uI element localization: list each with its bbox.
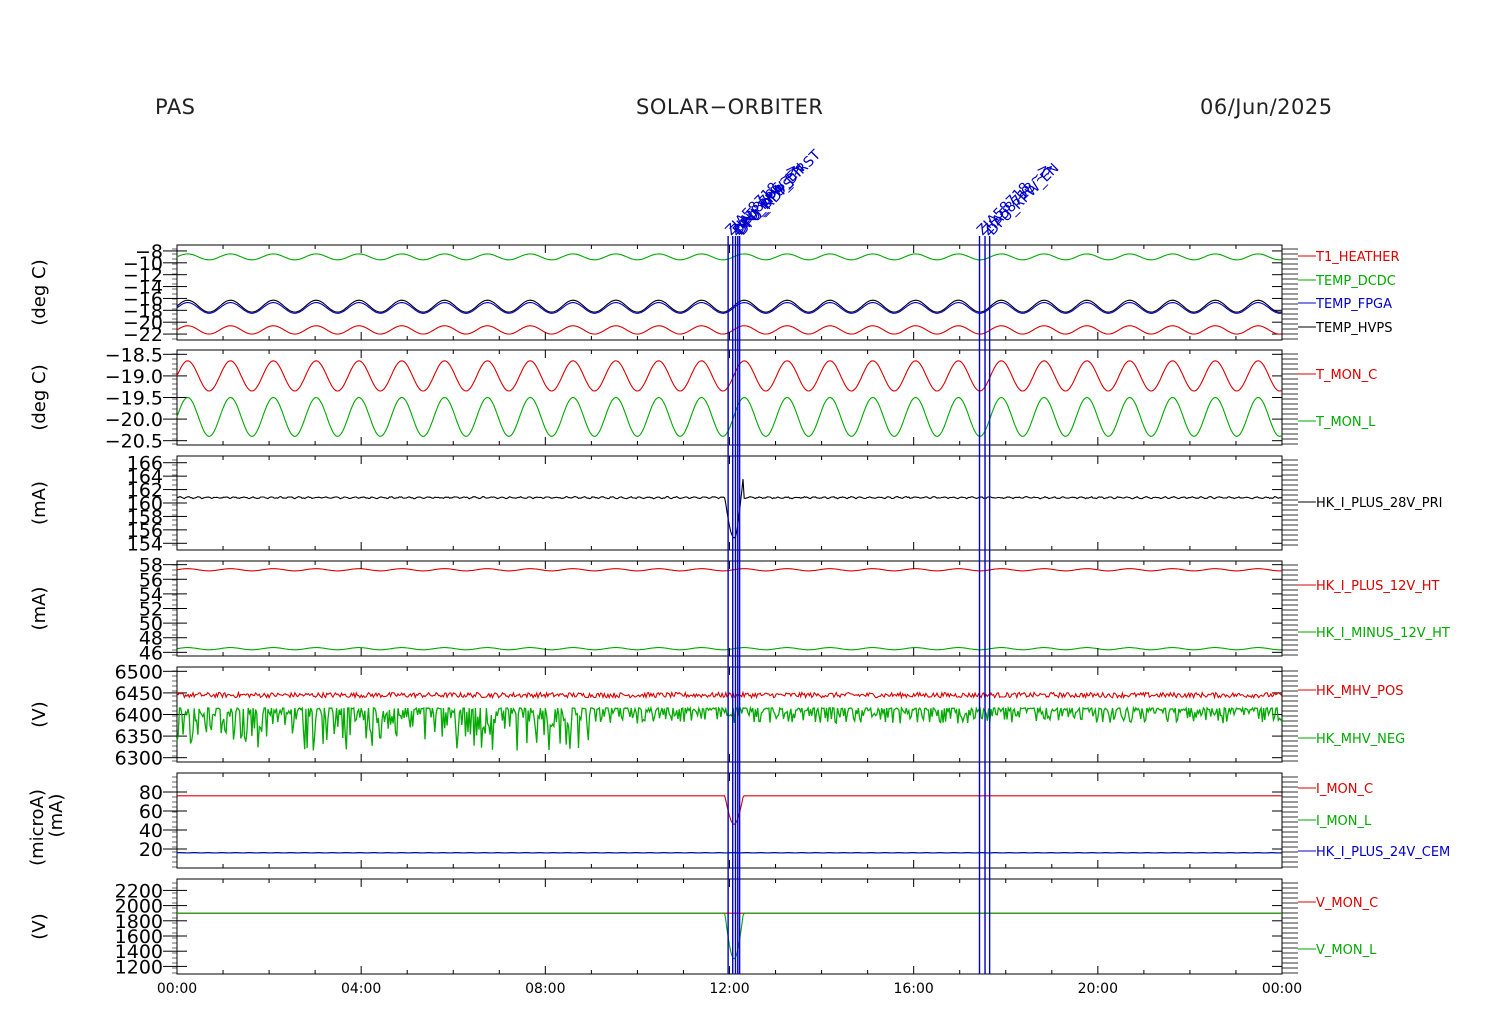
y-tick-label: 6400 — [115, 705, 163, 727]
y-axis-label: (V) — [29, 913, 50, 939]
series-line — [177, 912, 1282, 960]
y-axis-label-secondary: (mA) — [46, 794, 67, 838]
y-tick-label: −20.5 — [105, 431, 163, 453]
legend-label: HK_I_PLUS_12V_HT — [1316, 579, 1440, 594]
legend-label: HK_I_PLUS_24V_CEM — [1316, 845, 1450, 860]
series-line — [176, 253, 1283, 261]
legend-label: HK_I_MINUS_12V_HT — [1316, 626, 1450, 641]
legend-label: V_MON_L — [1316, 943, 1377, 958]
x-tick-label: 20:00 — [1078, 981, 1118, 997]
y-tick-label: 20 — [139, 839, 163, 861]
legend-label: TEMP_FPGA — [1315, 297, 1392, 312]
y-tick-label: −19.0 — [105, 366, 163, 388]
panel-frame — [176, 560, 1283, 657]
panel-frame — [176, 878, 1283, 975]
y-tick-label: −19.5 — [105, 388, 163, 410]
legend-label: TEMP_DCDC — [1315, 274, 1396, 289]
y-axis-label: (deg C) — [29, 364, 50, 430]
y-axis-label: (deg C) — [29, 259, 50, 325]
x-tick-label: 00:00 — [157, 981, 197, 997]
series-line — [176, 360, 1283, 392]
y-tick-label: −18.5 — [105, 344, 163, 366]
y-tick-label: 6450 — [115, 683, 163, 705]
legend-label: T_MON_C — [1315, 368, 1377, 383]
panel-frame — [176, 455, 1283, 551]
legend-label: I_MON_C — [1316, 782, 1373, 797]
y-tick-label: 6500 — [115, 661, 163, 683]
y-tick-label: 6350 — [115, 726, 163, 748]
legend-label: HK_MHV_POS — [1316, 684, 1404, 699]
legend-label: I_MON_L — [1316, 814, 1372, 829]
y-tick-label: 1200 — [115, 956, 163, 978]
legend-label: HK_MHV_NEG — [1316, 732, 1405, 747]
event-label: DPU_RPW_EN — [984, 160, 1062, 238]
y-tick-label: 6300 — [115, 748, 163, 770]
series-line — [176, 396, 1283, 437]
series-line — [177, 795, 1282, 825]
legend-label: T_MON_L — [1315, 415, 1376, 430]
x-tick-label: 12:00 — [709, 981, 749, 997]
series-line — [176, 568, 1282, 572]
y-tick-label: 154 — [127, 533, 163, 555]
x-tick-label: 04:00 — [341, 981, 381, 997]
series-line — [176, 479, 1283, 539]
y-axis-label: (mA) — [29, 481, 50, 525]
legend-label: TEMP_HVPS — [1315, 321, 1392, 336]
y-tick-label: −22 — [123, 324, 163, 346]
legend-label: HK_I_PLUS_28V_PRI — [1316, 496, 1442, 511]
y-tick-label: −20.0 — [105, 409, 163, 431]
legend-label: V_MON_C — [1316, 896, 1378, 911]
housekeeping-chart: −8−10−12−14−16−18−20−22(deg C)T1_HEATHER… — [27, 147, 1450, 997]
x-tick-label: 00:00 — [1262, 981, 1302, 997]
y-axis-label: (mA) — [29, 587, 50, 631]
x-tick-label: 08:00 — [525, 981, 565, 997]
series-line — [176, 690, 1283, 700]
y-axis-label: (microA) — [27, 789, 48, 866]
panel-frame — [176, 666, 1283, 763]
x-tick-label: 16:00 — [893, 981, 933, 997]
legend-label: T1_HEATHER — [1315, 250, 1400, 265]
series-line — [176, 705, 1283, 751]
panel-frame — [176, 772, 1283, 869]
y-axis-label: (V) — [29, 701, 50, 727]
